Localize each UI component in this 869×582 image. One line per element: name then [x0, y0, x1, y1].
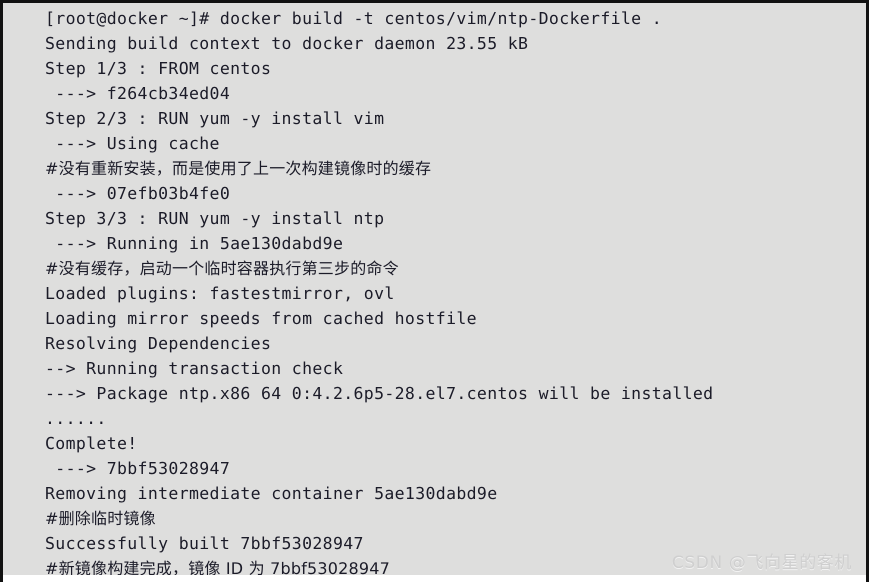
console-line: Successfully built 7bbf53028947	[45, 534, 364, 553]
console-line: ......	[45, 409, 107, 428]
console-line: Sending build context to docker daemon 2…	[45, 34, 529, 53]
console-line: #删除临时镜像	[45, 509, 156, 528]
console-line: Step 1/3 : FROM centos	[45, 59, 272, 78]
console-line: #没有缓存，启动一个临时容器执行第三步的命令	[45, 259, 399, 278]
console-surface[interactable]: [root@docker ~]# docker build -t centos/…	[3, 3, 866, 575]
console-output: [root@docker ~]# docker build -t centos/…	[45, 6, 862, 575]
console-line: Step 3/3 : RUN yum -y install ntp	[45, 209, 385, 228]
console-line: ---> 07efb03b4fe0	[45, 184, 231, 203]
console-line: ---> Using cache	[45, 134, 220, 153]
console-line: Complete!	[45, 434, 138, 453]
console-line: ---> Package ntp.x86 64 0:4.2.6p5-28.el7…	[45, 384, 714, 403]
console-line: ---> 7bbf53028947	[45, 459, 231, 478]
console-line: ---> Running in 5ae130dabd9e	[45, 234, 344, 253]
console-line: Loaded plugins: fastestmirror, ovl	[45, 284, 395, 303]
console-line: --> Running transaction check	[45, 359, 344, 378]
console-line: Removing intermediate container 5ae130da…	[45, 484, 498, 503]
console-line: Step 2/3 : RUN yum -y install vim	[45, 109, 385, 128]
console-line: #新镜像构建完成，镜像 ID 为 7bbf53028947	[45, 559, 391, 575]
console-line: Resolving Dependencies	[45, 334, 272, 353]
console-line: ---> f264cb34ed04	[45, 84, 231, 103]
console-line: #没有重新安装，而是使用了上一次构建镜像时的缓存	[45, 159, 432, 178]
console-line: Loading mirror speeds from cached hostfi…	[45, 309, 477, 328]
terminal-window: [root@docker ~]# docker build -t centos/…	[0, 0, 869, 582]
console-line: [root@docker ~]# docker build -t centos/…	[45, 9, 663, 28]
